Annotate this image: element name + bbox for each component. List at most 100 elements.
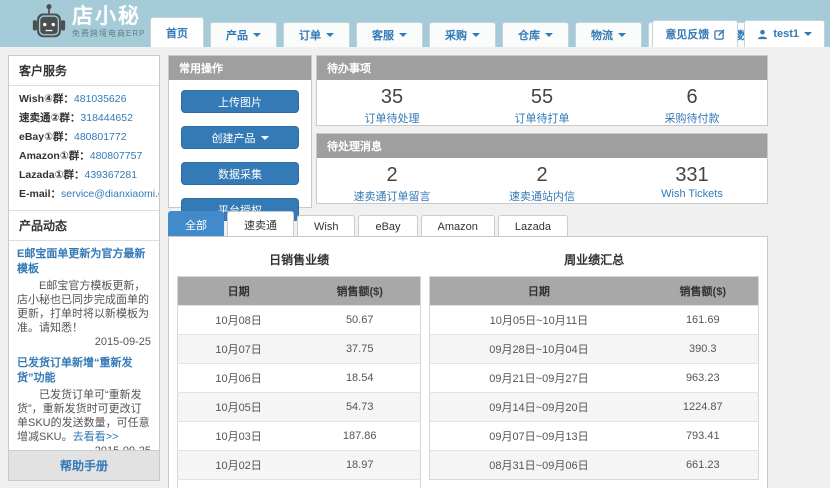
todo-stat: 55 订单待打单	[467, 80, 617, 126]
table-row: 10月05日 54.73	[178, 393, 421, 422]
platform-tab[interactable]: 速卖通	[227, 211, 294, 239]
customer-service-title: 客户服务	[9, 56, 159, 86]
contact-line: eBay①群：480801772	[19, 128, 149, 147]
stat-label-link[interactable]: Wish Tickets	[617, 188, 767, 200]
user-menu[interactable]: test1	[744, 20, 825, 47]
table-row: 09月14日~09月20日 1224.87	[430, 393, 759, 422]
table-row: 10月06日 18.54	[178, 364, 421, 393]
cell-date: 10月05日~10月11日	[430, 306, 648, 335]
daily-table-title: 日销售业绩	[177, 251, 421, 268]
cell-amount: 50.67	[299, 306, 421, 335]
cell-date: 09月29日	[178, 480, 300, 488]
top-navbar: 店小秘 免费跨境电商ERP 首页 产品 订单	[0, 0, 830, 47]
product-news-list: E邮宝面单更新为官方最新模板 E邮宝官方模板更新，店小秘也已同步完成面单的更新，…	[9, 241, 159, 450]
message-stat: 331 Wish Tickets	[617, 158, 767, 204]
contact-line: Wish④群：481035626	[19, 90, 149, 109]
nav-item[interactable]: 仓库	[502, 22, 569, 47]
todo-stats: 35 订单待处理 55 订单待打单 6 采购待付款	[317, 80, 767, 126]
contact-value: 318444652	[80, 112, 133, 124]
contact-label: E-mail：	[19, 188, 61, 200]
news-title-link[interactable]: 已发货订单新增“重新发货”功能	[17, 356, 151, 386]
stat-label-link[interactable]: 速卖通订单留言	[317, 188, 467, 204]
table-row: 10月02日 18.97	[178, 451, 421, 480]
header-right-group: 意见反馈 test1	[652, 20, 825, 47]
stat-label-link[interactable]: 采购待付款	[617, 110, 767, 126]
nav-item-label: 物流	[591, 27, 613, 43]
table-row: 09月29日 154.69	[178, 480, 421, 488]
nav-item[interactable]: 物流	[575, 22, 642, 47]
cell-date: 10月02日	[178, 451, 300, 480]
contact-label: 速卖通②群：	[19, 112, 80, 124]
caret-down-icon	[545, 33, 553, 37]
edit-square-icon	[714, 29, 725, 40]
contact-label: Amazon①群：	[19, 150, 90, 162]
contact-value: 481035626	[74, 93, 127, 105]
user-icon	[757, 29, 768, 40]
nav-item-label: 仓库	[518, 27, 540, 43]
cell-date: 09月14日~09月20日	[430, 393, 648, 422]
performance-panel: 日销售业绩 日期 销售额($) 10月08日 50.67	[168, 236, 768, 488]
table-header-row: 日期 销售额($)	[178, 277, 421, 306]
contact-label: Wish④群：	[19, 93, 74, 105]
nav-item-label: 采购	[445, 27, 467, 43]
messages-title: 待处理消息	[317, 134, 767, 158]
table-row: 10月07日 37.75	[178, 335, 421, 364]
nav-item[interactable]: 客服	[356, 22, 423, 47]
news-date: 2015-09-25	[17, 335, 151, 350]
platform-tab[interactable]: 全部	[168, 211, 224, 239]
stat-value: 35	[317, 84, 467, 110]
help-manual-button[interactable]: 帮助手册	[9, 450, 159, 480]
todo-stat: 6 采购待付款	[617, 80, 767, 126]
cell-amount: 390.3	[648, 335, 759, 364]
stat-label-link[interactable]: 订单待处理	[317, 110, 467, 126]
news-item: E邮宝面单更新为官方最新模板 E邮宝官方模板更新，店小秘也已同步完成面单的更新，…	[17, 247, 151, 350]
col-date: 日期	[178, 277, 300, 306]
message-stat: 2 速卖通站内信	[467, 158, 617, 204]
quick-actions-title: 常用操作	[169, 56, 311, 80]
contact-list: Wish④群：481035626 速卖通②群：318444652 eBay①群：…	[9, 86, 159, 206]
robot-logo-icon	[32, 3, 66, 41]
stat-label-link[interactable]: 订单待打单	[467, 110, 617, 126]
table-row: 08月31日~09月06日 661.23	[430, 451, 759, 480]
news-item: 已发货订单新增“重新发货”功能 已发货订单可“重新发货”，重新发货时可更改订单S…	[17, 356, 151, 450]
cell-amount: 1224.87	[648, 393, 759, 422]
cell-amount: 661.23	[648, 451, 759, 480]
stat-label-link[interactable]: 速卖通站内信	[467, 188, 617, 204]
news-title-link[interactable]: E邮宝面单更新为官方最新模板	[17, 247, 151, 277]
product-news-title: 产品动态	[9, 210, 159, 241]
cell-date: 10月08日	[178, 306, 300, 335]
table-header-row: 日期 销售额($)	[430, 277, 759, 306]
quick-action-button[interactable]: 数据采集	[181, 162, 299, 185]
cell-date: 10月07日	[178, 335, 300, 364]
nav-item[interactable]: 订单	[283, 22, 350, 47]
cell-date: 09月21日~09月27日	[430, 364, 648, 393]
cell-amount: 793.41	[648, 422, 759, 451]
contact-line: Lazada①群：439367281	[19, 166, 149, 185]
nav-item-label: 产品	[226, 27, 248, 43]
col-amount: 销售额($)	[648, 277, 759, 306]
stat-value: 331	[617, 162, 767, 188]
quick-action-label: 数据采集	[218, 166, 262, 182]
feedback-button[interactable]: 意见反馈	[652, 20, 738, 47]
nav-item[interactable]: 首页	[150, 17, 204, 47]
nav-item[interactable]: 产品	[210, 22, 277, 47]
cell-amount: 161.69	[648, 306, 759, 335]
nav-item[interactable]: 采购	[429, 22, 496, 47]
feedback-label: 意见反馈	[665, 26, 709, 42]
news-more-link[interactable]: 去看看>>	[73, 431, 119, 443]
todo-stat: 35 订单待处理	[317, 80, 467, 126]
quick-action-label: 创建产品	[212, 130, 256, 146]
quick-action-button[interactable]: 上传图片	[181, 90, 299, 113]
caret-down-icon	[261, 136, 269, 140]
app-subtitle: 免费跨境电商ERP	[72, 30, 145, 38]
cell-date: 09月28日~10月04日	[430, 335, 648, 364]
caret-down-icon	[472, 33, 480, 37]
quick-action-button[interactable]: 创建产品	[181, 126, 299, 149]
contact-label: eBay①群：	[19, 131, 74, 143]
app-title: 店小秘	[72, 6, 145, 27]
cell-amount: 187.86	[299, 422, 421, 451]
nav-item-label: 客服	[372, 27, 394, 43]
cell-date: 10月03日	[178, 422, 300, 451]
daily-sales-column: 日销售业绩 日期 销售额($) 10月08日 50.67	[177, 247, 421, 488]
cell-amount: 37.75	[299, 335, 421, 364]
